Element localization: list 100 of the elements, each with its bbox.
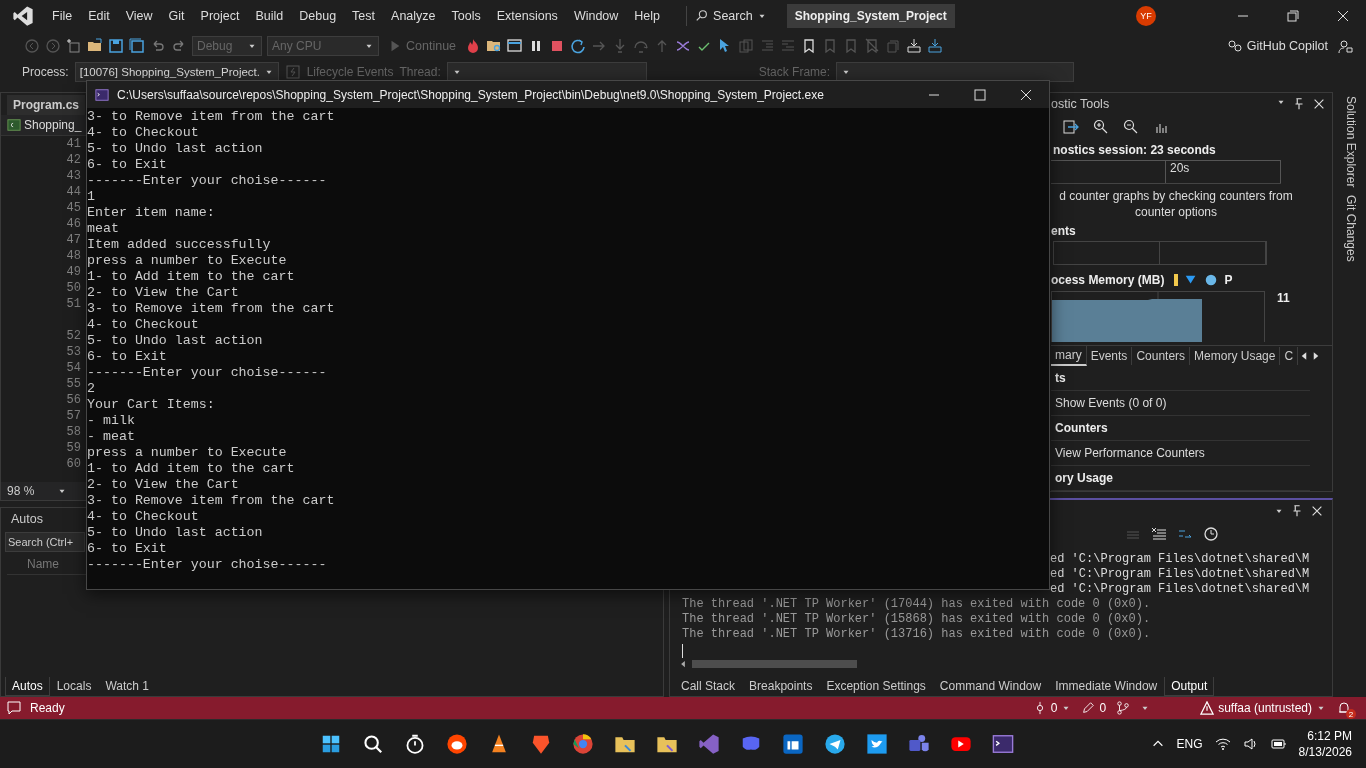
marker-icon — [1174, 274, 1179, 286]
zoom-out-icon[interactable] — [1123, 119, 1139, 135]
search-button[interactable]: Search — [686, 6, 775, 26]
panel-tab[interactable]: Autos — [5, 677, 50, 696]
line-number: 60 — [65, 456, 81, 472]
pencil-icon — [1081, 701, 1096, 715]
process-dropdown[interactable]: [10076] Shopping_System_Project. — [74, 62, 279, 82]
list-item[interactable]: Show Events (0 of 0) — [1051, 391, 1310, 416]
open-folder-icon[interactable] — [87, 38, 103, 54]
search-field[interactable]: Search (Ctrl+ — [5, 532, 85, 552]
panel-tab[interactable]: Memory Usage — [1190, 347, 1281, 365]
file-tab[interactable]: Program.cs — [7, 95, 86, 115]
folder-search-icon[interactable] — [486, 38, 503, 54]
bird-icon[interactable] — [866, 733, 888, 755]
language-indicator[interactable]: ENG — [1176, 737, 1203, 751]
download-icon[interactable] — [906, 38, 923, 54]
circle-app-icon[interactable] — [572, 733, 594, 755]
menu-item[interactable]: Analyze — [383, 6, 444, 26]
volume-icon[interactable] — [1242, 736, 1259, 752]
menu-item[interactable]: Build — [247, 6, 292, 26]
terminal-icon[interactable] — [992, 733, 1014, 755]
avatar[interactable]: YF — [1136, 6, 1156, 26]
panel-tab[interactable]: Command Window — [932, 676, 1049, 696]
ribbon-icon[interactable] — [698, 733, 720, 755]
search-icon[interactable] — [362, 733, 384, 755]
section-header: ts — [1051, 366, 1310, 391]
edits-count[interactable]: 0 — [1081, 701, 1107, 715]
menu-item[interactable]: Debug — [291, 6, 345, 26]
branch-icon[interactable] — [1116, 701, 1131, 715]
chat-bubble-icon[interactable] — [6, 700, 22, 716]
menu-item[interactable]: Project — [192, 6, 248, 26]
menu-item[interactable]: Extensions — [488, 6, 566, 26]
line-number: 59 — [65, 440, 81, 456]
panel-tab[interactable]: C — [1280, 347, 1299, 365]
window-icon[interactable] — [507, 38, 524, 54]
menu-item[interactable]: Tools — [443, 6, 489, 26]
zoom-dropdown[interactable]: 98 % — [7, 484, 67, 498]
console-line: -------Enter your choise------ — [87, 365, 328, 381]
console-line: Enter item name: — [87, 205, 216, 221]
side-tab[interactable]: Solution Explorer — [1338, 92, 1365, 192]
console-line: - milk — [87, 413, 136, 429]
console-line: meat — [87, 221, 120, 237]
restore-icon[interactable] — [1287, 10, 1299, 22]
save-all-icon[interactable] — [129, 38, 145, 54]
round-app-icon[interactable] — [446, 733, 468, 755]
menu-item[interactable]: Test — [344, 6, 384, 26]
clear-all-icon[interactable] — [1151, 526, 1167, 542]
battery-icon[interactable] — [1270, 736, 1287, 752]
menu-item[interactable]: Window — [565, 6, 627, 26]
bell-icon[interactable] — [1336, 700, 1352, 716]
side-tab[interactable]: Git Changes — [1338, 191, 1365, 267]
project-dropdown[interactable]: Shopping_ — [24, 118, 82, 132]
menu-item[interactable]: Edit — [80, 6, 118, 26]
panel-tab[interactable]: Counters — [1132, 347, 1191, 365]
menu-item[interactable]: Help — [626, 6, 669, 26]
threads-icon[interactable] — [675, 38, 692, 54]
line-number: 42 — [65, 152, 81, 168]
export-icon[interactable] — [1063, 119, 1079, 135]
copilot-button[interactable]: GitHub Copilot — [1222, 38, 1332, 54]
menu-item[interactable]: View — [117, 6, 161, 26]
hint-text: d counter graphs by checking counters from counter options — [1058, 188, 1294, 221]
text-cursor — [682, 644, 683, 658]
panel-tab[interactable]: Events — [1086, 347, 1133, 365]
panel-tab[interactable]: Immediate Window — [1048, 676, 1165, 696]
panel-tab[interactable]: Locals — [49, 676, 99, 696]
console-line: 6- to Exit — [87, 157, 168, 173]
wifi-icon[interactable] — [1214, 736, 1231, 752]
console-line: 2- to View the Cart — [87, 477, 240, 493]
save-icon[interactable] — [108, 38, 124, 54]
clock-icon[interactable] — [1203, 526, 1219, 542]
new-item-icon[interactable] — [66, 38, 82, 54]
download-icon[interactable] — [927, 38, 944, 54]
console-line: 3- to Remove item from the cart — [87, 493, 336, 509]
line-number: 55 — [65, 376, 81, 392]
close-icon[interactable] — [1337, 10, 1349, 22]
scrollbar-thumb[interactable] — [692, 660, 857, 668]
menu-item[interactable]: Git — [160, 6, 193, 26]
clock[interactable]: 6:12 PM 8/13/2026 — [1298, 728, 1352, 760]
menu-item[interactable]: File — [44, 6, 81, 26]
panel-tab[interactable]: Output — [1164, 677, 1215, 696]
maximize-icon[interactable] — [974, 88, 986, 101]
close-icon[interactable] — [1020, 88, 1032, 101]
plane-icon[interactable] — [824, 733, 846, 755]
restart-icon[interactable] — [570, 38, 587, 54]
line-changes[interactable]: 0 — [1032, 701, 1072, 715]
stopwatch-icon[interactable] — [404, 733, 426, 755]
panel-tab[interactable]: Exception Settings — [819, 676, 933, 696]
panel-tab[interactable]: Call Stack — [674, 676, 743, 696]
shield-icon[interactable] — [530, 733, 552, 755]
panel-tab[interactable]: Watch 1 — [98, 676, 156, 696]
search-icon — [695, 9, 710, 23]
dot-icon — [1204, 273, 1219, 287]
zoom-in-icon[interactable] — [1093, 119, 1109, 135]
console-line: 6- to Exit — [87, 541, 168, 557]
account-button[interactable]: suffaa (untrusted) — [1200, 701, 1326, 715]
list-item[interactable]: View Performance Counters — [1051, 441, 1310, 466]
square-app-icon[interactable] — [782, 733, 804, 755]
feedback-icon[interactable] — [1337, 38, 1353, 54]
panel-tab[interactable]: Breakpoints — [742, 676, 820, 696]
grid-icon[interactable] — [320, 733, 342, 755]
